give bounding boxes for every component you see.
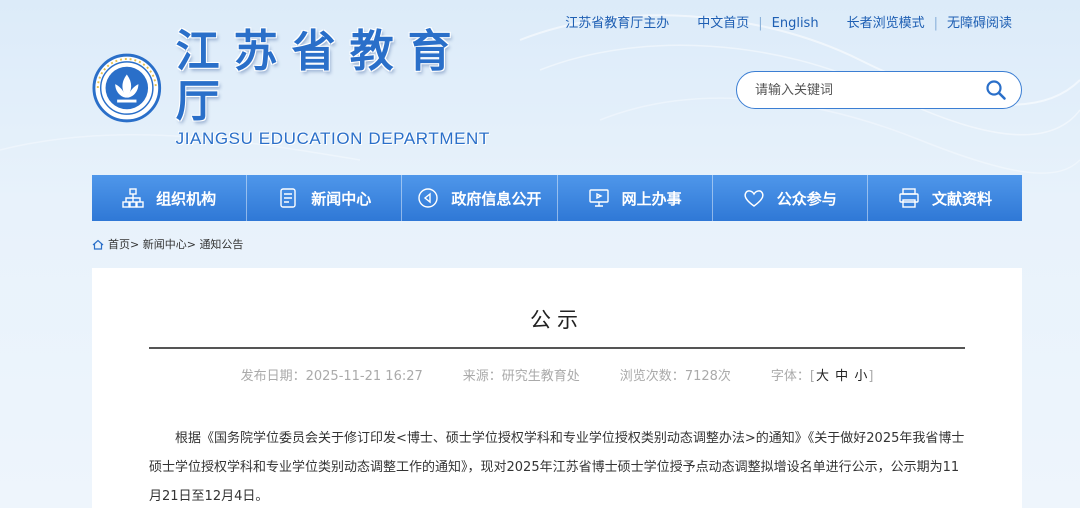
nav-label: 公众参与 [776, 189, 837, 208]
view-count: 浏览次数：7128次 [619, 369, 731, 384]
document-icon [280, 188, 296, 208]
breadcrumb: 首页 > 新闻中心 > 通知公告 [92, 236, 243, 252]
title-divider [149, 347, 965, 349]
search-input[interactable] [755, 82, 983, 98]
home-link[interactable]: 中文首页 [697, 15, 749, 33]
font-small-button[interactable]: 小 [854, 369, 867, 384]
font-medium-button[interactable]: 中 [835, 369, 848, 384]
article-body: 根据《国务院学位委员会关于修订印发<博士、硕士学位授权学科和专业学位授权类别动态… [149, 431, 965, 504]
separator: | [933, 16, 938, 31]
nav-item-online-service[interactable]: 网上办事 [558, 175, 713, 221]
org-chart-icon [122, 188, 144, 208]
nav-label: 网上办事 [621, 189, 682, 208]
emblem-icon [92, 53, 162, 123]
publish-date: 发布日期：2025-11-21 16:27 [240, 369, 423, 384]
breadcrumb-notice[interactable]: 通知公告 [199, 236, 243, 252]
breadcrumb-news[interactable]: 新闻中心 [143, 236, 187, 252]
accessible-reading-link[interactable]: 无障碍阅读 [947, 15, 1012, 33]
nav-label: 新闻中心 [311, 189, 372, 208]
nav-label: 文献资料 [931, 189, 992, 208]
heart-icon [744, 190, 764, 207]
search-icon [986, 80, 1006, 100]
site-logo[interactable]: 江苏省教育厅 JIANGSU EDUCATION DEPARTMENT [92, 27, 512, 148]
article-source: 来源：研究生教育处 [462, 369, 580, 384]
open-info-icon [418, 188, 439, 208]
font-large-button[interactable]: 大 [816, 369, 829, 384]
top-links: 江苏省教育厅主办 中文首页 | English 长者浏览模式 | 无障碍阅读 [565, 15, 1012, 33]
host-label: 江苏省教育厅主办 [565, 16, 670, 31]
elder-mode-link[interactable]: 长者浏览模式 [847, 15, 925, 33]
nav-item-open-info[interactable]: 政府信息公开 [402, 175, 558, 221]
nav-item-public-participation[interactable]: 公众参与 [713, 175, 868, 221]
home-icon [92, 239, 104, 250]
nav-label: 组织机构 [156, 189, 217, 208]
breadcrumb-home[interactable]: 首页 [108, 236, 130, 252]
separator: | [758, 16, 763, 31]
english-link[interactable]: English [772, 15, 819, 33]
nav-label: 政府信息公开 [451, 189, 542, 208]
search-box [736, 71, 1022, 109]
logo-chinese-name: 江苏省教育厅 [175, 26, 466, 127]
article-title: 公示 [530, 308, 584, 332]
nav-item-news[interactable]: 新闻中心 [247, 175, 403, 221]
article-panel: 公示 发布日期：2025-11-21 16:27 来源：研究生教育处 浏览次数：… [92, 268, 1022, 508]
font-size-control: 字体：[大 中 小] [770, 369, 874, 384]
main-nav: 组织机构 新闻中心 政府信息公开 网上办事 公众参与 文献资料 [92, 175, 1022, 221]
monitor-icon [588, 189, 609, 207]
logo-english-name: JIANGSU EDUCATION DEPARTMENT [175, 129, 490, 148]
nav-item-literature[interactable]: 文献资料 [868, 175, 1022, 221]
nav-item-org[interactable]: 组织机构 [92, 175, 248, 221]
printer-icon [899, 188, 919, 208]
search-button[interactable] [983, 77, 1009, 103]
article-meta: 发布日期：2025-11-21 16:27 来源：研究生教育处 浏览次数：712… [92, 365, 1022, 384]
background-decoration [0, 14, 1080, 174]
